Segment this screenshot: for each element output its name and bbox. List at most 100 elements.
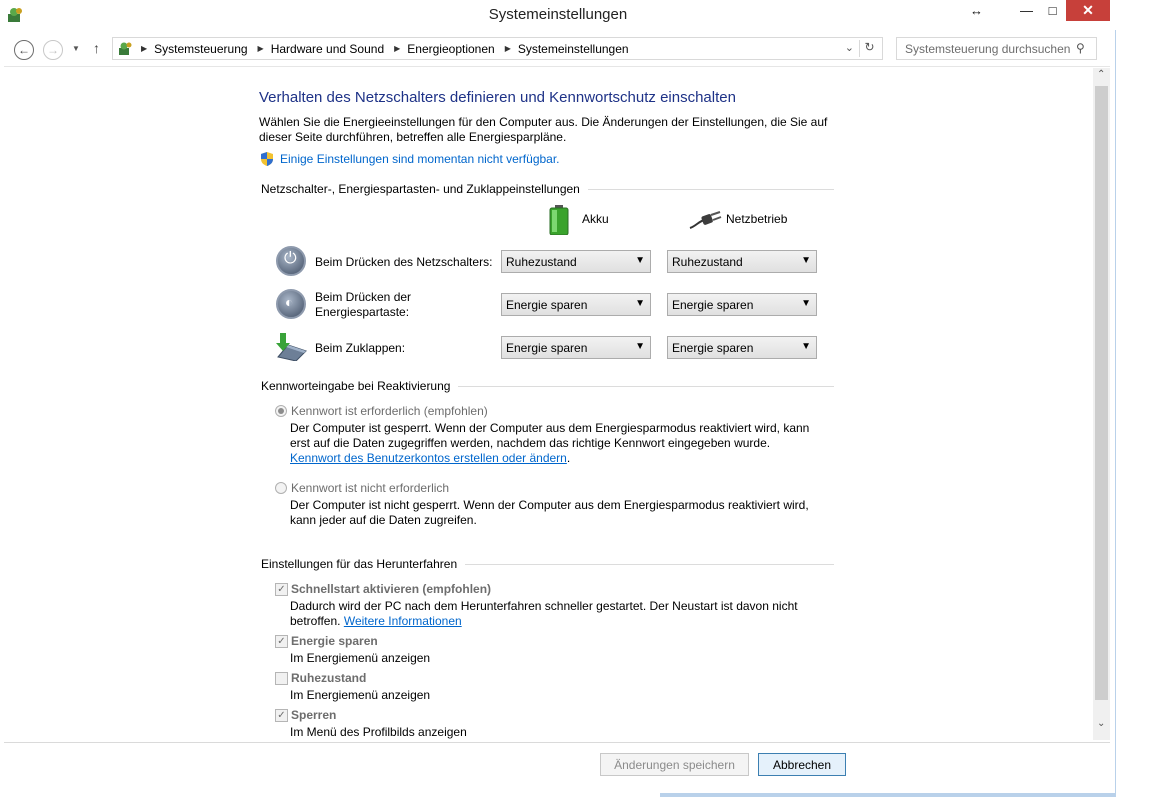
lock-label: Sperren bbox=[291, 708, 337, 722]
breadcrumb-separator-icon: ▶ bbox=[141, 44, 148, 53]
fast-startup-label: Schnellstart aktivieren (empfohlen) bbox=[291, 582, 492, 596]
chevron-down-icon: ▼ bbox=[72, 44, 80, 53]
recent-pages-dropdown[interactable]: ▼ bbox=[72, 44, 80, 53]
page-title: Verhalten des Netzschalters definieren u… bbox=[259, 89, 736, 106]
more-info-link[interactable]: Weitere Informationen bbox=[344, 614, 462, 628]
column-header-battery: Akku bbox=[582, 212, 609, 226]
password-required-radio[interactable] bbox=[275, 405, 287, 417]
password-required-desc1: Der Computer ist gesperrt. Wenn der Comp… bbox=[290, 421, 810, 435]
sleep-button-icon: ◐ bbox=[276, 289, 306, 319]
password-required-label: Kennwort ist erforderlich (empfohlen) bbox=[291, 404, 488, 418]
uac-shield-icon bbox=[261, 152, 273, 166]
chevron-down-icon: ▼ bbox=[635, 255, 645, 266]
battery-icon bbox=[549, 205, 569, 235]
password-not-required-desc2: kann jeder auf die Daten zugreifen. bbox=[290, 513, 477, 527]
address-dropdown-icon[interactable]: ⌄ bbox=[845, 41, 854, 54]
select-value: Energie sparen bbox=[672, 341, 754, 355]
arrow-left-icon: ← bbox=[18, 43, 30, 57]
minimize-button[interactable]: — bbox=[1012, 0, 1041, 21]
password-link-line: Kennwort des Benutzerkontos erstellen od… bbox=[290, 451, 571, 465]
password-not-required-label: Kennwort ist nicht erforderlich bbox=[291, 481, 450, 495]
hibernate-desc: Im Energiemenü anzeigen bbox=[290, 688, 431, 702]
password-not-required-desc1: Der Computer ist nicht gesperrt. Wenn de… bbox=[290, 498, 809, 512]
chevron-down-icon: ▼ bbox=[801, 341, 811, 352]
background-window-edge bbox=[660, 793, 1116, 797]
save-changes-button[interactable]: Änderungen speichern bbox=[600, 753, 749, 776]
row-label-power-button: Beim Drücken des Netzschalters: bbox=[315, 255, 493, 269]
chevron-down-icon: ▼ bbox=[635, 341, 645, 352]
breadcrumb-energieoptionen[interactable]: Energieoptionen bbox=[407, 42, 494, 56]
power-button-ac-select[interactable]: Ruhezustand ▼ bbox=[667, 250, 817, 273]
password-section-header: Kennworteingabe bei Reaktivierung bbox=[261, 379, 834, 393]
cancel-button[interactable]: Abbrechen bbox=[758, 753, 846, 776]
breadcrumb-hardware-und-sound[interactable]: Hardware und Sound bbox=[271, 42, 384, 56]
select-value: Energie sparen bbox=[506, 341, 588, 355]
power-button-battery-select[interactable]: Ruhezustand ▼ bbox=[501, 250, 651, 273]
select-value: Ruhezustand bbox=[506, 255, 577, 269]
search-icon[interactable]: ⚲ bbox=[1076, 41, 1085, 55]
change-password-link[interactable]: Kennwort des Benutzerkontos erstellen od… bbox=[290, 451, 567, 465]
shutdown-section-header: Einstellungen für das Herunterfahren bbox=[261, 557, 834, 571]
window-title: Systemeinstellungen bbox=[488, 6, 628, 23]
power-buttons-section-header: Netzschalter-, Energiespartasten- und Zu… bbox=[261, 182, 834, 196]
chevron-down-icon: ▼ bbox=[635, 298, 645, 309]
breadcrumb-separator-icon: ▶ bbox=[504, 44, 511, 53]
fast-startup-desc2: betroffen. bbox=[290, 614, 341, 628]
scrollbar-thumb[interactable] bbox=[1095, 86, 1108, 700]
up-button[interactable]: ↑ bbox=[93, 40, 100, 56]
navigation-bar: ← → ▼ ↑ ▶ Systemsteuerung ▶ Hardware und… bbox=[0, 30, 1116, 66]
password-required-desc2: erst auf die Daten zugegriffen werden, n… bbox=[290, 436, 771, 450]
sleep-button-battery-select[interactable]: Energie sparen ▼ bbox=[501, 293, 651, 316]
power-button-icon: ⏻ bbox=[276, 246, 306, 276]
row-label-sleep-button-1: Beim Drücken der bbox=[315, 290, 412, 304]
breadcrumb-separator-icon: ▶ bbox=[257, 44, 264, 53]
sleep-button-ac-select[interactable]: Energie sparen ▼ bbox=[667, 293, 817, 316]
lock-checkbox[interactable]: ✓ bbox=[275, 709, 288, 722]
hibernate-checkbox[interactable] bbox=[275, 672, 288, 685]
lid-battery-select[interactable]: Energie sparen ▼ bbox=[501, 336, 651, 359]
section-title: Netzschalter-, Energiespartasten- und Zu… bbox=[261, 182, 580, 196]
lock-desc: Im Menü des Profilbilds anzeigen bbox=[290, 725, 467, 739]
fast-startup-checkbox[interactable]: ✓ bbox=[275, 583, 288, 596]
section-title: Kennworteingabe bei Reaktivierung bbox=[261, 379, 451, 393]
column-header-power: Netzbetrieb bbox=[726, 212, 788, 226]
arrow-right-icon: → bbox=[47, 43, 59, 57]
lid-ac-select[interactable]: Energie sparen ▼ bbox=[667, 336, 817, 359]
close-button[interactable]: ✕ bbox=[1066, 0, 1110, 21]
resize-icon[interactable]: ↔ bbox=[962, 0, 991, 21]
control-panel-icon bbox=[119, 42, 132, 55]
chevron-down-icon: ▼ bbox=[801, 255, 811, 266]
back-button[interactable]: ← bbox=[14, 40, 34, 60]
section-title: Einstellungen für das Herunterfahren bbox=[261, 557, 458, 571]
select-value: Energie sparen bbox=[672, 298, 754, 312]
hibernate-label: Ruhezustand bbox=[291, 671, 367, 685]
chevron-down-icon: ▼ bbox=[801, 298, 811, 309]
row-label-sleep-button-2: Energiespartaste: bbox=[315, 305, 410, 319]
dialog-footer: Änderungen speichern Abbrechen bbox=[4, 742, 1110, 791]
address-field[interactable]: ▶ Systemsteuerung ▶ Hardware und Sound ▶… bbox=[112, 37, 883, 60]
breadcrumb-separator-icon: ▶ bbox=[394, 44, 401, 53]
row-label-lid: Beim Zuklappen: bbox=[315, 341, 406, 355]
breadcrumb-systemeinstellungen[interactable]: Systemeinstellungen bbox=[518, 42, 629, 56]
arrow-up-icon: ↑ bbox=[93, 40, 100, 56]
title-bar: Systemeinstellungen ↔ — □ ✕ bbox=[0, 0, 1116, 30]
unavailable-settings-link[interactable]: Einige Einstellungen sind momentan nicht… bbox=[280, 152, 560, 167]
intro-text-line1: Wählen Sie die Energieeinstellungen für … bbox=[259, 115, 828, 129]
sleep-label: Energie sparen bbox=[291, 634, 378, 648]
main-content: Verhalten des Netzschalters definieren u… bbox=[4, 66, 1110, 742]
search-input[interactable]: Systemsteuerung durchsuchen bbox=[896, 37, 1097, 60]
control-panel-window: Systemeinstellungen ↔ — □ ✕ ← → ▼ ↑ ▶ Sy… bbox=[0, 0, 1116, 797]
power-plug-icon bbox=[689, 211, 722, 229]
breadcrumb-systemsteuerung[interactable]: Systemsteuerung bbox=[154, 42, 247, 56]
scroll-up-icon[interactable]: ⌃ bbox=[1097, 69, 1105, 80]
sleep-desc: Im Energiemenü anzeigen bbox=[290, 651, 431, 665]
forward-button[interactable]: → bbox=[43, 40, 63, 60]
maximize-button[interactable]: □ bbox=[1038, 0, 1067, 21]
fast-startup-desc1: Dadurch wird der PC nach dem Herunterfah… bbox=[290, 599, 798, 613]
refresh-icon[interactable]: ↻ bbox=[859, 40, 879, 57]
password-not-required-radio[interactable] bbox=[275, 482, 287, 494]
sleep-checkbox[interactable]: ✓ bbox=[275, 635, 288, 648]
fast-startup-desc2-line: betroffen. Weitere Informationen bbox=[290, 614, 462, 629]
select-value: Energie sparen bbox=[506, 298, 588, 312]
scroll-down-icon[interactable]: ⌄ bbox=[1097, 718, 1105, 729]
